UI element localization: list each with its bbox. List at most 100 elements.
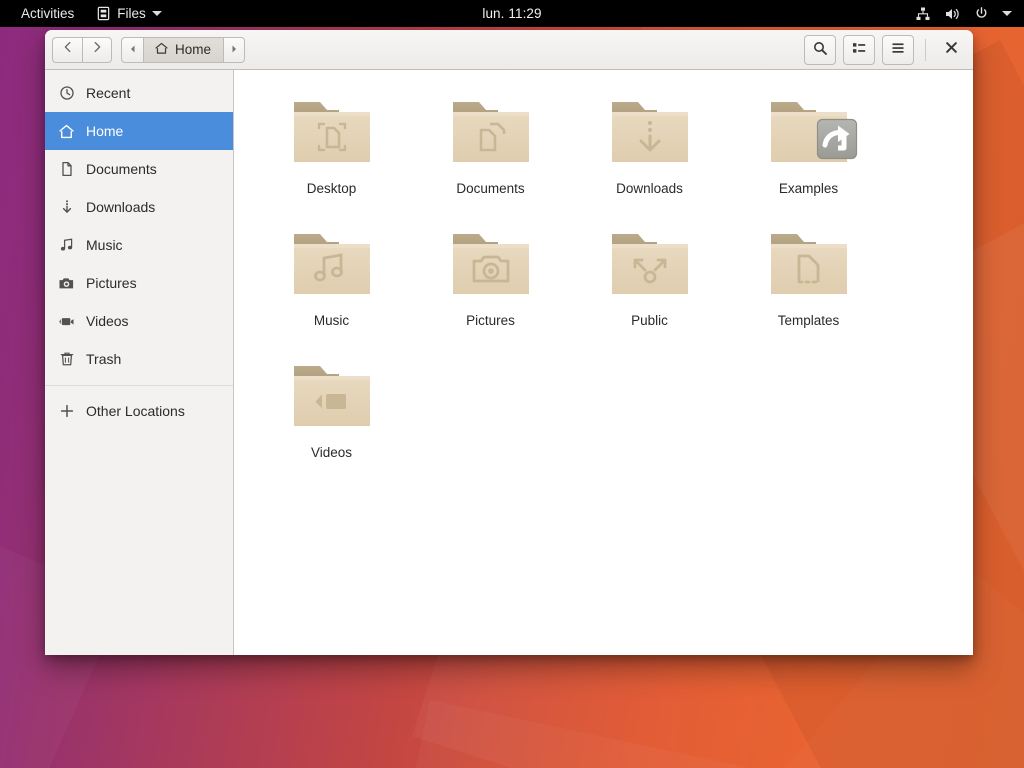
folder-icon xyxy=(611,234,688,294)
hamburger-menu-icon xyxy=(890,40,906,61)
files-window: Home Recent Home Documents Downloads Mus… xyxy=(45,30,973,655)
breadcrumb: Home xyxy=(121,36,246,63)
breadcrumb-left-arrow[interactable] xyxy=(121,36,143,63)
home-icon xyxy=(58,123,75,140)
header-separator xyxy=(925,39,926,61)
icon-wrap xyxy=(447,90,535,174)
file-item[interactable]: Public xyxy=(570,218,729,350)
clock-button[interactable]: lun. 11:29 xyxy=(0,6,1024,21)
icon-wrap xyxy=(765,222,853,306)
forward-button[interactable] xyxy=(82,36,112,63)
sidebar-item-label: Music xyxy=(86,237,123,253)
file-name-label: Examples xyxy=(778,181,839,196)
file-name-label: Pictures xyxy=(466,313,515,328)
folder-icon xyxy=(611,102,688,162)
network-wired-icon xyxy=(915,6,931,22)
sidebar-item-label: Documents xyxy=(86,161,157,177)
icon-wrap xyxy=(288,90,376,174)
navigation-buttons xyxy=(52,36,112,63)
icon-grid: Desktop Documents Downloads Examples Mus… xyxy=(252,86,955,482)
triangle-right-icon xyxy=(229,41,239,59)
chevron-down-icon xyxy=(1002,11,1012,16)
sidebar-item-label: Trash xyxy=(86,351,122,367)
folder-icon xyxy=(293,366,370,426)
sidebar-item-videos[interactable]: Videos xyxy=(45,302,233,340)
music-note-icon xyxy=(58,237,75,254)
sidebar-item-label: Other Locations xyxy=(86,403,185,419)
plus-icon xyxy=(58,403,75,420)
icon-wrap xyxy=(606,222,694,306)
file-item[interactable]: Music xyxy=(252,218,411,350)
file-name-label: Music xyxy=(313,313,350,328)
file-item[interactable]: Documents xyxy=(411,86,570,218)
clock-icon xyxy=(58,85,75,102)
sidebar-item-label: Recent xyxy=(86,85,131,101)
breadcrumb-item-home[interactable]: Home xyxy=(143,36,224,63)
clock-label: lun. 11:29 xyxy=(482,6,542,21)
menu-button[interactable] xyxy=(882,35,914,65)
volume-high-icon xyxy=(944,6,961,22)
camcorder-icon xyxy=(58,313,75,330)
file-name-label: Videos xyxy=(310,445,353,460)
symlink-emblem-icon xyxy=(816,118,857,160)
sidebar-separator xyxy=(45,385,233,386)
home-icon xyxy=(154,41,169,59)
back-icon xyxy=(61,40,75,59)
file-name-label: Downloads xyxy=(616,181,683,196)
sidebar-item-music[interactable]: Music xyxy=(45,226,233,264)
forward-icon xyxy=(90,40,104,59)
system-status-area[interactable] xyxy=(915,0,1016,27)
sidebar-item-label: Pictures xyxy=(86,275,137,291)
file-item[interactable]: Pictures xyxy=(411,218,570,350)
file-item[interactable]: Videos xyxy=(252,350,411,482)
sidebar-item-label: Videos xyxy=(86,313,129,329)
window-headerbar: Home xyxy=(45,30,973,70)
close-button[interactable] xyxy=(937,36,965,64)
sidebar-item-label: Home xyxy=(86,123,124,139)
power-icon xyxy=(974,6,989,21)
icon-wrap xyxy=(447,222,535,306)
sidebar-item-downloads[interactable]: Downloads xyxy=(45,188,233,226)
file-name-label: Desktop xyxy=(306,181,357,196)
triangle-left-icon xyxy=(128,41,138,59)
places-sidebar: Recent Home Documents Downloads Music Pi… xyxy=(45,70,234,655)
window-body: Recent Home Documents Downloads Music Pi… xyxy=(45,70,973,655)
folder-icon xyxy=(770,234,847,294)
back-button[interactable] xyxy=(52,36,82,63)
file-view[interactable]: Desktop Documents Downloads Examples Mus… xyxy=(234,70,973,655)
icon-wrap xyxy=(606,90,694,174)
gnome-top-panel: Activities Files lun. 11:29 xyxy=(0,0,1024,27)
trash-icon xyxy=(58,351,75,368)
sidebar-item-label: Downloads xyxy=(86,199,156,215)
list-view-icon xyxy=(851,40,867,61)
search-icon xyxy=(812,40,828,61)
view-toggle-button[interactable] xyxy=(843,35,875,65)
icon-wrap xyxy=(288,222,376,306)
icon-wrap xyxy=(288,354,376,438)
sidebar-item-trash[interactable]: Trash xyxy=(45,340,233,378)
folder-icon xyxy=(293,234,370,294)
sidebar-item-documents[interactable]: Documents xyxy=(45,150,233,188)
download-icon xyxy=(58,199,75,216)
camera-icon xyxy=(58,275,75,292)
breadcrumb-label: Home xyxy=(175,42,212,57)
file-name-label: Templates xyxy=(777,313,840,328)
file-item[interactable]: Downloads xyxy=(570,86,729,218)
file-item[interactable]: Templates xyxy=(729,218,888,350)
document-icon xyxy=(58,161,75,178)
breadcrumb-right-arrow[interactable] xyxy=(223,36,246,63)
folder-icon xyxy=(293,102,370,162)
folder-icon xyxy=(452,102,529,162)
folder-icon xyxy=(452,234,529,294)
sidebar-item-pictures[interactable]: Pictures xyxy=(45,264,233,302)
close-icon xyxy=(945,41,958,59)
file-name-label: Public xyxy=(631,313,668,328)
sidebar-item-other-locations[interactable]: Other Locations xyxy=(45,392,233,430)
file-name-label: Documents xyxy=(456,181,525,196)
icon-wrap xyxy=(765,90,857,174)
sidebar-item-home[interactable]: Home xyxy=(45,112,233,150)
file-item[interactable]: Desktop xyxy=(252,86,411,218)
sidebar-item-recent[interactable]: Recent xyxy=(45,74,233,112)
file-item[interactable]: Examples xyxy=(729,86,888,218)
search-button[interactable] xyxy=(804,35,836,65)
